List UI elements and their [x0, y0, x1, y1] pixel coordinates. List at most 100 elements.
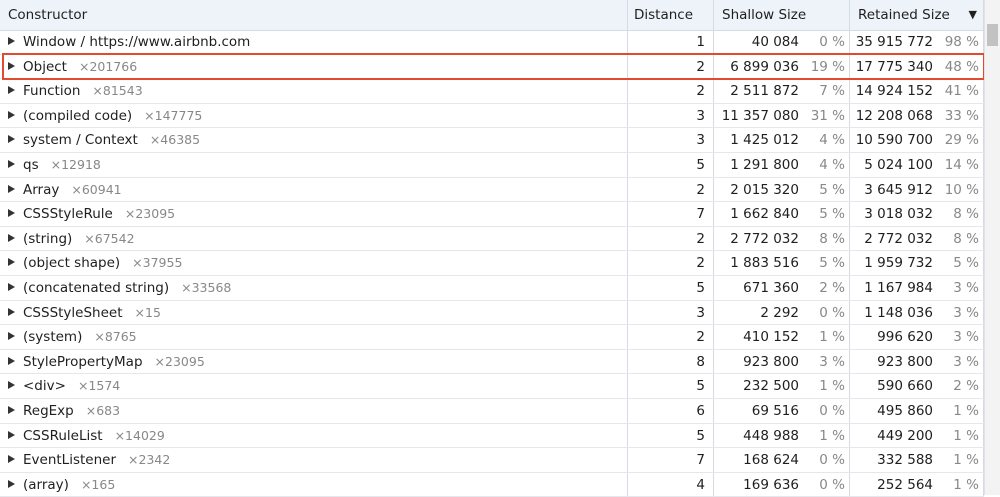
constructor-cell: RegExp ×683	[0, 398, 628, 423]
expand-arrow-icon[interactable]	[8, 307, 15, 316]
retained-size-value: 996 620	[877, 329, 933, 346]
expand-arrow-icon[interactable]	[8, 209, 15, 218]
shallow-size-percent: 1 %	[819, 378, 845, 395]
table-row[interactable]: CSSStyleSheet ×15 3 2 292 0 % 1 148 036 3 %	[0, 300, 984, 326]
table-row[interactable]: Array ×60941 2 2 015 320 5 % 3 645 912 10 %	[0, 177, 984, 203]
table-row[interactable]: EventListener ×2342 7 168 624 0 % 332 588 1…	[0, 448, 984, 473]
instance-count: ×37955	[132, 255, 183, 271]
table-row[interactable]: (array) ×165 4 169 636 0 % 252 564 1 %	[0, 472, 984, 497]
expand-arrow-icon[interactable]	[8, 86, 15, 95]
shallow-size-cell: 448 988 1 %	[714, 423, 850, 448]
instance-count: ×14029	[114, 427, 165, 443]
sort-descending-icon[interactable]: ▼	[969, 0, 977, 30]
shallow-size-value: 169 636	[743, 476, 799, 493]
constructor-cell: (concatenated string) ×33568	[0, 275, 628, 300]
expand-arrow-icon[interactable]	[8, 184, 15, 193]
expand-arrow-icon[interactable]	[8, 479, 15, 488]
distance-cell: 5	[628, 275, 714, 300]
table-row[interactable]: (concatenated string) ×33568 5 671 360 2 %…	[0, 275, 984, 301]
distance-cell: 7	[628, 448, 714, 472]
retained-size-cell: 17 775 340 48 %	[850, 54, 984, 79]
shallow-size-value: 2 015 320	[730, 181, 799, 198]
table-row[interactable]: qs ×12918 5 1 291 800 4 % 5 024 100 14 %	[0, 152, 984, 178]
retained-size-percent: 3 %	[953, 353, 979, 370]
shallow-size-cell: 2 772 032 8 %	[714, 226, 850, 251]
shallow-size-percent: 4 %	[819, 132, 845, 149]
shallow-size-percent: 1 %	[819, 329, 845, 346]
retained-size-value: 2 772 032	[864, 230, 933, 247]
shallow-size-percent: 4 %	[819, 156, 845, 173]
table-row[interactable]: RegExp ×683 6 69 516 0 % 495 860 1 %	[0, 398, 984, 424]
expand-arrow-icon[interactable]	[8, 356, 15, 365]
distance-cell: 2	[628, 226, 714, 251]
table-row[interactable]: (object shape) ×37955 2 1 883 516 5 % 1 95…	[0, 251, 984, 276]
retained-size-percent: 41 %	[944, 83, 979, 100]
table-row[interactable]: CSSRuleList ×14029 5 448 988 1 % 449 200 1 …	[0, 423, 984, 449]
retained-size-cell: 996 620 3 %	[850, 325, 984, 349]
table-row[interactable]: system / Context ×46385 3 1 425 012 4 % 10…	[0, 128, 984, 153]
shallow-size-percent: 5 %	[819, 206, 845, 223]
instance-count: ×2342	[128, 452, 171, 468]
table-row[interactable]: CSSStyleRule ×23095 7 1 662 840 5 % 3 018 …	[0, 202, 984, 227]
retained-size-cell: 14 924 152 41 %	[850, 79, 984, 103]
vertical-scrollbar[interactable]	[984, 0, 1000, 495]
table-row[interactable]: <div> ×1574 5 232 500 1 % 590 660 2 %	[0, 374, 984, 399]
constructor-name: (array)	[23, 476, 69, 493]
expand-arrow-icon[interactable]	[8, 135, 15, 144]
table-row[interactable]: (compiled code) ×147775 3 11 357 080 31 % …	[0, 103, 984, 129]
retained-size-cell: 1 148 036 3 %	[850, 300, 984, 325]
retained-size-cell: 10 590 700 29 %	[850, 128, 984, 152]
retained-size-percent: 8 %	[953, 230, 979, 247]
expand-arrow-icon[interactable]	[8, 332, 15, 341]
retained-size-cell: 3 018 032 8 %	[850, 202, 984, 226]
retained-size-percent: 1 %	[953, 476, 979, 493]
column-header-shallow-size[interactable]: Shallow Size	[714, 0, 850, 30]
constructor-name: CSSStyleRule	[23, 206, 113, 223]
retained-size-cell: 12 208 068 33 %	[850, 103, 984, 128]
retained-size-percent: 5 %	[953, 255, 979, 272]
distance-cell: 5	[628, 374, 714, 398]
retained-size-percent: 48 %	[944, 58, 979, 75]
table-row[interactable]: Object ×201766 2 6 899 036 19 % 17 775 340…	[0, 54, 984, 80]
table-row[interactable]: Function ×81543 2 2 511 872 7 % 14 924 152…	[0, 79, 984, 104]
instance-count: ×147775	[144, 107, 203, 123]
retained-size-value: 332 588	[877, 452, 933, 469]
expand-arrow-icon[interactable]	[8, 110, 15, 119]
shallow-size-value: 1 662 840	[730, 206, 799, 223]
expand-arrow-icon[interactable]	[8, 282, 15, 291]
table-row[interactable]: StylePropertyMap ×23095 8 923 800 3 % 923 …	[0, 349, 984, 375]
retained-size-value: 10 590 700	[855, 132, 933, 149]
retained-size-value: 12 208 068	[855, 107, 933, 124]
shallow-size-percent: 1 %	[819, 427, 845, 444]
table-row[interactable]: Window / https://www.airbnb.com 1 40 084…	[0, 30, 984, 55]
instance-count: ×201766	[78, 58, 138, 74]
scrollbar-thumb[interactable]	[987, 24, 998, 46]
expand-arrow-icon[interactable]	[8, 233, 15, 242]
retained-size-value: 17 775 340	[855, 58, 933, 75]
expand-arrow-icon[interactable]	[8, 159, 15, 168]
instance-count: ×12918	[50, 156, 101, 172]
expand-arrow-icon[interactable]	[8, 37, 15, 45]
retained-size-percent: 3 %	[953, 304, 979, 321]
column-header-distance[interactable]: Distance	[628, 0, 714, 30]
constructor-name: (system)	[23, 329, 83, 346]
instance-count: ×23095	[154, 353, 205, 369]
column-header-constructor[interactable]: Constructor	[0, 0, 628, 30]
expand-arrow-icon[interactable]	[8, 381, 15, 390]
expand-arrow-icon[interactable]	[8, 455, 15, 464]
distance-cell: 2	[628, 325, 714, 349]
expand-arrow-icon[interactable]	[8, 258, 15, 267]
table-row[interactable]: (string) ×67542 2 2 772 032 8 % 2 772 032 8…	[0, 226, 984, 252]
column-header-retained-size[interactable]: Retained Size ▼	[850, 0, 984, 30]
table-row[interactable]: (system) ×8765 2 410 152 1 % 996 620 3 %	[0, 325, 984, 350]
retained-size-percent: 10 %	[944, 181, 979, 198]
retained-size-cell: 495 860 1 %	[850, 398, 984, 423]
expand-arrow-icon[interactable]	[8, 405, 15, 414]
constructor-name: CSSRuleList	[23, 427, 103, 444]
expand-arrow-icon[interactable]	[8, 61, 15, 70]
shallow-size-cell: 40 084 0 %	[714, 30, 850, 54]
expand-arrow-icon[interactable]	[8, 430, 15, 439]
instance-count: ×60941	[71, 181, 122, 197]
constructor-name: <div>	[23, 378, 66, 395]
retained-size-cell: 1 167 984 3 %	[850, 275, 984, 300]
